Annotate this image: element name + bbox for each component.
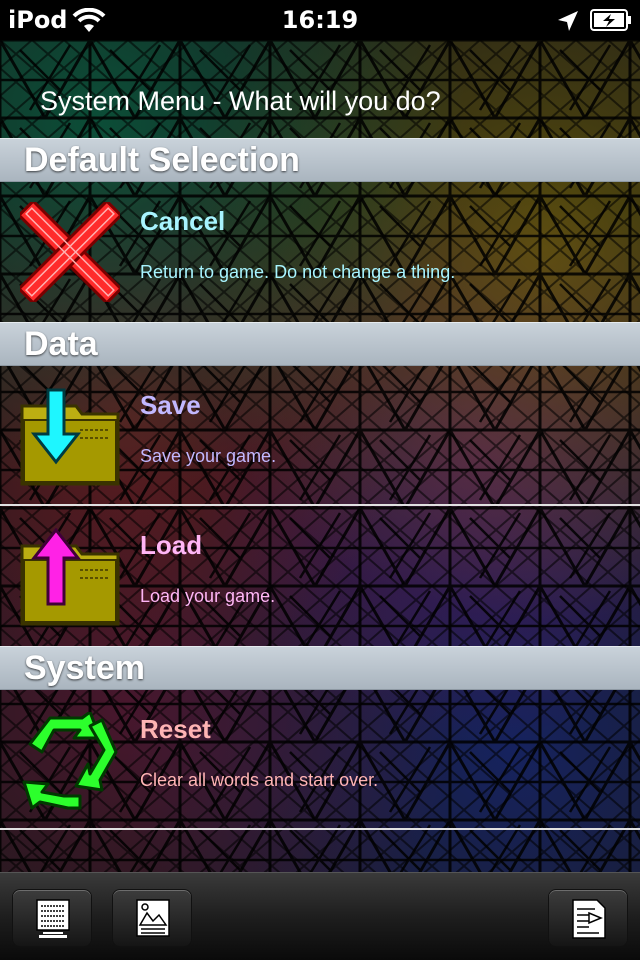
menu-item-description: Return to game. Do not change a thing. [140,262,456,282]
section-header-data: Data [0,322,640,366]
document-export-button[interactable] [548,889,628,947]
clock: 16:19 [281,6,359,34]
menu-item-title: Cancel [140,206,226,236]
menu-item-title: Load [140,530,203,560]
status-bar: iPod 16:19 [0,0,640,40]
menu-item-cancel[interactable]: Cancel Return to game. Do not change a t… [0,182,640,322]
menu-item-reset[interactable]: Reset Clear all words and start over. [0,690,640,828]
section-header-label: Default Selection [24,141,300,179]
menu-item-load[interactable]: Load Load your game. [0,506,640,644]
menu-item-save[interactable]: Save Save your game. [0,366,640,506]
bottom-toolbar [0,872,640,960]
location-arrow-icon [558,11,578,31]
row-divider [0,828,640,830]
section-header-system: System [0,646,640,690]
section-header-label: System [24,649,145,687]
menu-item-title: Reset [140,714,211,744]
document-export-icon [572,899,606,939]
red-x-cancel-icon [20,202,120,302]
folder-load-arrow-icon [20,528,120,626]
menu-item-title: Save [140,390,201,420]
document-list-button[interactable] [12,889,92,947]
picture-document-button[interactable] [112,889,192,947]
battery-charging-icon [590,9,631,31]
section-header-default-selection: Default Selection [0,138,640,182]
menu-item-description: Load your game. [140,586,276,606]
picture-document-icon [136,899,170,937]
menu-item-description: Clear all words and start over. [140,770,379,790]
folder-save-arrow-icon [20,388,120,486]
menu-title: System Menu - What will you do? [40,86,441,116]
menu-item-description: Save your game. [140,446,277,466]
green-recycle-reset-icon [22,712,118,810]
system-menu-content: System Menu - What will you do? Default … [0,40,640,872]
document-list-icon [36,899,70,938]
section-header-label: Data [24,325,98,363]
